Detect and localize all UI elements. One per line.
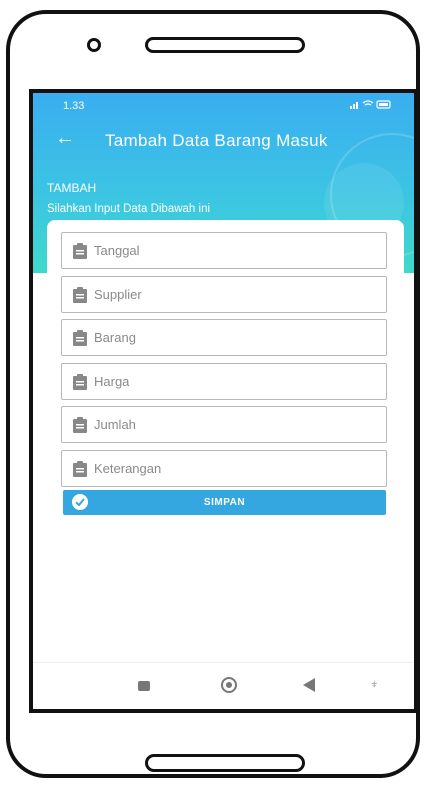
keterangan-field[interactable]: Keterangan [61, 450, 387, 487]
clipboard-icon [73, 417, 87, 433]
clipboard-icon [73, 243, 87, 259]
harga-placeholder: Harga [94, 374, 130, 389]
back-triangle-icon[interactable] [303, 678, 315, 692]
status-bar: 1.33 [33, 93, 414, 119]
clipboard-icon [73, 330, 87, 346]
supplier-placeholder: Supplier [94, 287, 142, 302]
barang-field[interactable]: Barang [61, 319, 387, 356]
clipboard-icon [73, 287, 87, 303]
home-icon[interactable] [221, 677, 237, 693]
section-subtitle: Silahkan Input Data Dibawah ini [47, 203, 211, 215]
harga-field[interactable]: Harga [61, 363, 387, 400]
signal-wifi-battery-icon [350, 100, 391, 109]
barang-placeholder: Barang [94, 330, 136, 345]
keterangan-placeholder: Keterangan [94, 461, 162, 476]
accessibility-icon[interactable]: ⍖ [370, 675, 378, 692]
android-nav-bar: ⍖ [33, 662, 414, 709]
simpan-button[interactable]: SIMPAN [63, 490, 386, 515]
front-camera-icon [87, 38, 101, 52]
form-card: Tanggal Supplier Barang Harga Jumlah Ket… [47, 220, 404, 650]
clipboard-icon [73, 374, 87, 390]
jumlah-field[interactable]: Jumlah [61, 406, 387, 443]
status-time: 1.33 [63, 100, 85, 112]
section-title: TAMBAH [47, 181, 97, 195]
tanggal-field[interactable]: Tanggal [61, 232, 387, 269]
tanggal-placeholder: Tanggal [94, 243, 140, 258]
simpan-label: SIMPAN [203, 497, 246, 508]
app-bar: ← Tambah Data Barang Masuk [33, 123, 414, 159]
speaker-slot [145, 37, 305, 53]
home-slot [145, 754, 305, 772]
arrow-left-icon[interactable]: ← [55, 127, 75, 150]
clipboard-icon [73, 461, 87, 477]
supplier-field[interactable]: Supplier [61, 276, 387, 313]
page-title: Tambah Data Barang Masuk [105, 131, 328, 150]
status-icons [350, 99, 392, 112]
app-screen: 1.33 ← Tambah Data Barang Masuk TAMBAH S… [29, 89, 418, 713]
jumlah-placeholder: Jumlah [94, 417, 136, 432]
recent-apps-icon[interactable] [138, 681, 150, 691]
